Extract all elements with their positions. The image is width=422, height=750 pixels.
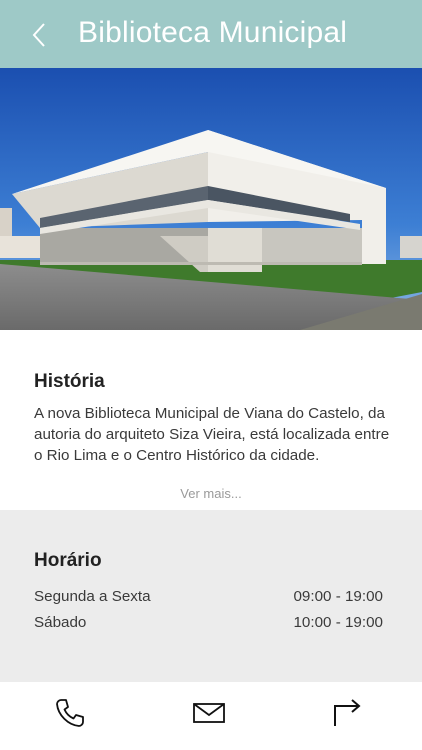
app-header: Biblioteca Municipal (0, 0, 422, 68)
hours-row: Sábado 10:00 - 19:00 (34, 614, 383, 631)
history-section: História A nova Biblioteca Municipal de … (0, 330, 422, 510)
chevron-left-icon (32, 23, 45, 47)
back-button[interactable] (24, 18, 54, 52)
page-title: Biblioteca Municipal (78, 16, 348, 49)
history-text: A nova Biblioteca Municipal de Viana do … (34, 405, 390, 464)
hero-image (0, 68, 422, 330)
history-title: História (34, 371, 105, 392)
phone-icon (56, 699, 84, 727)
email-button[interactable] (189, 696, 229, 730)
hours-days: Sábado (34, 614, 87, 631)
hours-time: 09:00 - 19:00 (293, 588, 383, 605)
directions-icon (334, 699, 361, 726)
see-more-link[interactable]: Ver mais... (0, 486, 422, 501)
hours-time: 10:00 - 19:00 (293, 614, 383, 631)
hours-days: Segunda a Sexta (34, 588, 151, 605)
bottom-action-bar (0, 682, 422, 750)
hours-title: Horário (34, 550, 102, 571)
hours-row: Segunda a Sexta 09:00 - 19:00 (34, 588, 383, 605)
mail-icon (193, 703, 225, 723)
call-button[interactable] (50, 696, 90, 730)
directions-button[interactable] (327, 696, 367, 730)
hours-section: Horário Segunda a Sexta 09:00 - 19:00 Sá… (0, 510, 422, 682)
building-photo (0, 68, 422, 330)
